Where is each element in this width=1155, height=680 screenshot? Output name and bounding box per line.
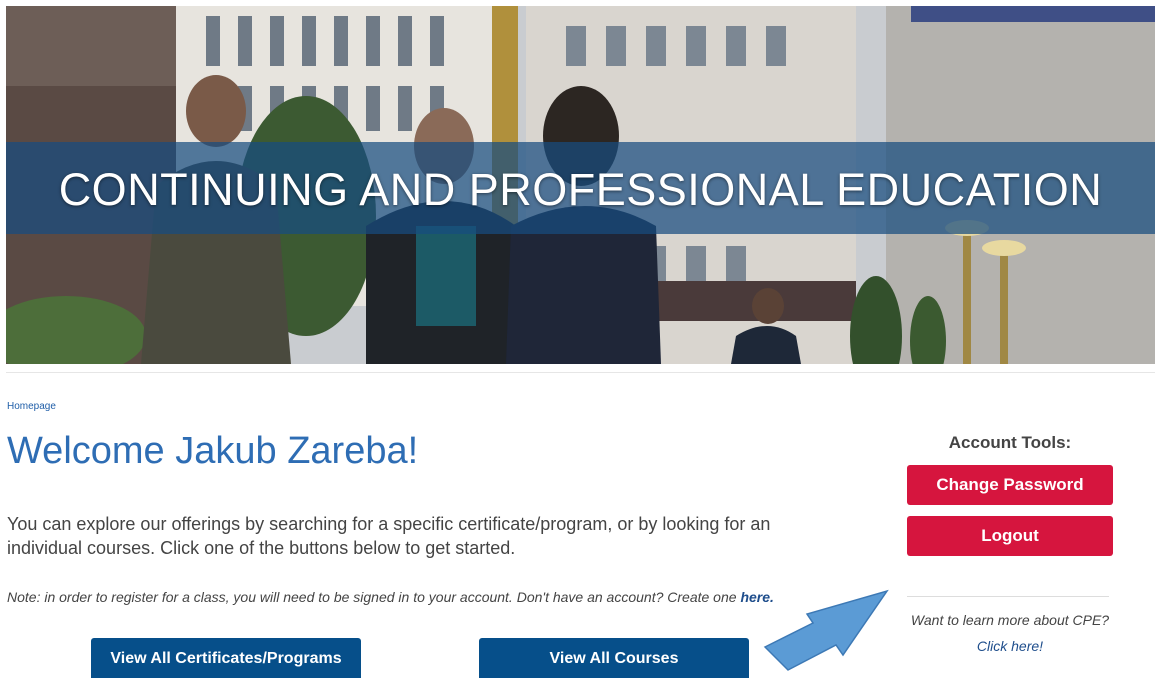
click-here-link[interactable]: Click here!: [907, 638, 1113, 654]
learn-more-text: Want to learn more about CPE?: [910, 612, 1110, 628]
breadcrumb-homepage[interactable]: Homepage: [7, 401, 56, 412]
change-password-button[interactable]: Change Password: [907, 465, 1113, 505]
sidebar-divider: [907, 596, 1109, 597]
account-tools-heading: Account Tools:: [948, 433, 1072, 452]
view-courses-button[interactable]: View All Courses: [479, 638, 749, 678]
hero-divider: [6, 372, 1155, 373]
registration-note: Note: in order to register for a class, …: [7, 589, 774, 605]
page-title: Welcome Jakub Zareba!: [7, 430, 419, 472]
hero-title: CONTINUING AND PROFESSIONAL EDUCATION: [58, 164, 1103, 215]
intro-text: You can explore our offerings by searchi…: [7, 514, 771, 558]
hero-banner: CONTINUING AND PROFESSIONAL EDUCATION: [6, 6, 1155, 364]
note-text: Note: in order to register for a class, …: [7, 589, 741, 605]
arrow-pointer-icon: [763, 589, 889, 671]
hero-title-band: CONTINUING AND PROFESSIONAL EDUCATION: [6, 142, 1155, 234]
view-certificates-button[interactable]: View All Certificates/Programs: [91, 638, 361, 678]
logout-button[interactable]: Logout: [907, 516, 1113, 556]
